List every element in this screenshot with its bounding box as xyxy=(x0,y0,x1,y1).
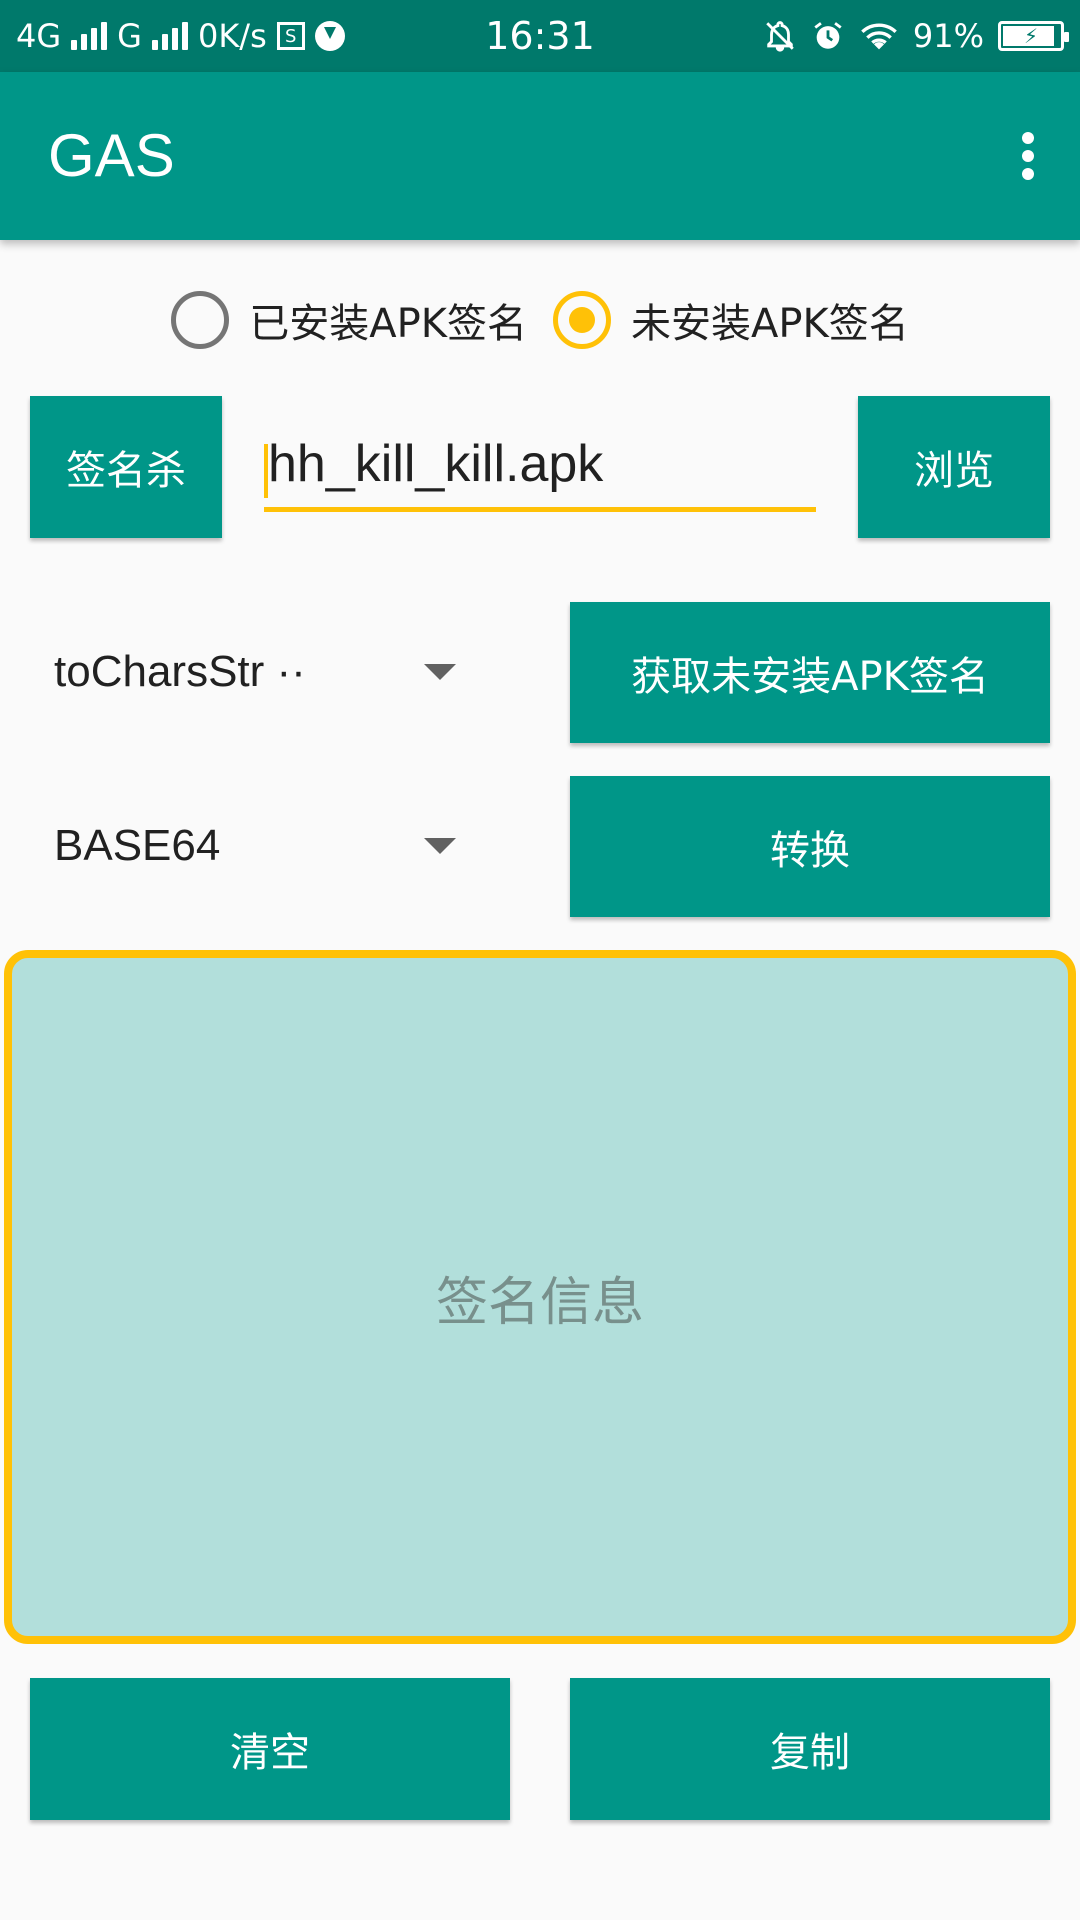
app-title: GAS xyxy=(48,122,175,189)
clear-button[interactable]: 清空 xyxy=(30,1678,510,1820)
charging-bolt-icon: ⚡ xyxy=(1023,24,1039,48)
radio-uninstalled-apk[interactable]: 未安装APK签名 xyxy=(553,291,909,349)
radio-uninstalled-label: 未安装APK签名 xyxy=(631,301,909,347)
input-underline xyxy=(264,507,816,512)
radio-checked-icon xyxy=(553,291,611,349)
battery-charging-icon: ⚡ xyxy=(998,21,1069,51)
sign-kill-button[interactable]: 签名杀 xyxy=(30,396,222,538)
radio-unchecked-icon xyxy=(171,291,230,349)
radio-installed-apk[interactable]: 已安装APK签名 xyxy=(171,291,527,349)
convert-button[interactable]: 转换 xyxy=(570,776,1050,917)
browse-button[interactable]: 浏览 xyxy=(858,396,1050,538)
battery-percent: 91% xyxy=(912,17,984,55)
signature-info-box[interactable]: 签名信息 xyxy=(4,950,1076,1644)
mute-bell-icon xyxy=(766,21,794,52)
encoding-spinner[interactable]: BASE64 xyxy=(54,798,464,894)
signature-info-placeholder: 签名信息 xyxy=(435,1272,644,1333)
get-uninstalled-signature-button[interactable]: 获取未安装APK签名 xyxy=(570,602,1050,743)
copy-button[interactable]: 复制 xyxy=(570,1678,1050,1820)
status-right: 91% ⚡ xyxy=(763,0,1069,72)
more-vert-icon[interactable] xyxy=(1020,132,1036,180)
app-bar: GAS xyxy=(0,72,1080,240)
status-bar: 4G G 0K/s S 16:31 91% ⚡ xyxy=(0,0,1080,72)
alarm-icon xyxy=(814,22,842,49)
encoding-spinner-value: BASE64 xyxy=(54,821,221,870)
radio-installed-label: 已安装APK签名 xyxy=(249,301,527,347)
apk-file-field[interactable] xyxy=(264,424,820,512)
wifi-icon xyxy=(861,23,897,50)
dropdown-arrow-icon xyxy=(424,838,456,854)
format-spinner[interactable]: toCharsStr ·· xyxy=(54,624,464,720)
apk-source-radio-group: 已安装APK签名 未安装APK签名 xyxy=(0,282,1080,358)
screen: 4G G 0K/s S 16:31 91% ⚡ GAS 已安装APK签名 未安装… xyxy=(0,0,1080,1920)
dropdown-arrow-icon xyxy=(424,664,456,680)
apk-file-input[interactable] xyxy=(264,424,820,504)
format-spinner-value: toCharsStr ·· xyxy=(54,647,306,696)
text-caret xyxy=(264,444,268,498)
